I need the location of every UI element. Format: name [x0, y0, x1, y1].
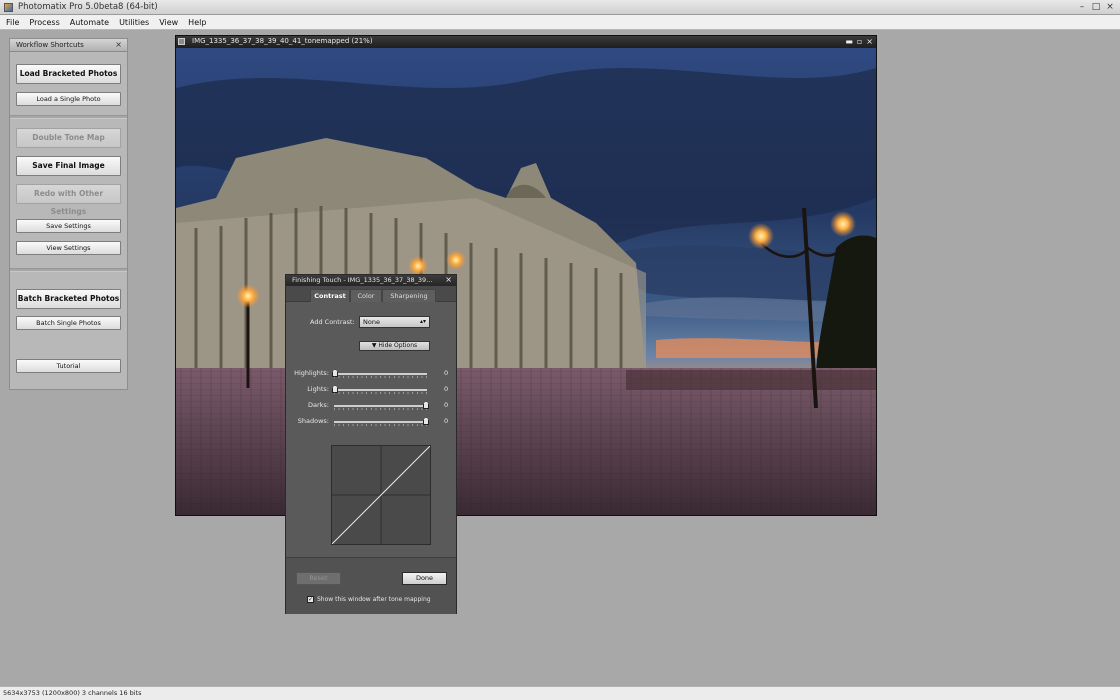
save-final-image-button[interactable]: Save Final Image — [16, 156, 121, 176]
finishing-touch-tabs: Contrast Color Sharpening — [286, 286, 456, 302]
batch-single-photos-button[interactable]: Batch Single Photos — [16, 316, 121, 330]
menu-automate[interactable]: Automate — [70, 18, 109, 27]
restore-icon[interactable]: ▫ — [857, 36, 862, 47]
maximize-icon[interactable]: □ — [1090, 1, 1102, 13]
minimize-icon[interactable]: – — [1076, 1, 1088, 13]
darks-label: Darks: — [307, 401, 329, 409]
highlights-slider-row: Highlights: 0 — [286, 368, 456, 380]
hide-options-label: Hide Options — [378, 342, 418, 349]
finishing-touch-dialog: Finishing Touch - IMG_1335_36_37_38_39..… — [285, 274, 457, 614]
spinner-arrows-icon: ▴▾ — [419, 318, 426, 325]
load-bracketed-photos-button[interactable]: Load Bracketed Photos — [16, 64, 121, 84]
finishing-touch-title: Finishing Touch - IMG_1335_36_37_38_39..… — [292, 276, 433, 284]
close-icon[interactable]: × — [1104, 1, 1116, 13]
triangle-down-icon: ▼ — [371, 342, 377, 349]
workflow-shortcuts-panel: Workflow Shortcuts × Load Bracketed Phot… — [9, 38, 128, 390]
status-bar: 5634x3753 (1200x800) 3 channels 16 bits — [0, 686, 1120, 700]
shadows-value: 0 — [444, 417, 449, 425]
batch-bracketed-photos-button[interactable]: Batch Bracketed Photos — [16, 289, 121, 309]
tab-color[interactable]: Color — [350, 289, 382, 302]
finishing-touch-footer: Reset Done ✓ Show this window after tone… — [286, 557, 456, 614]
shadows-track[interactable] — [334, 421, 427, 423]
lights-track[interactable] — [334, 389, 427, 391]
workflow-close-icon[interactable]: × — [115, 40, 122, 49]
darks-slider-row: Darks: 0 — [286, 400, 456, 412]
image-window-title: IMG_1335_36_37_38_39_40_41_tonemapped (2… — [192, 37, 373, 45]
slider-ticks — [334, 376, 427, 378]
app-titlebar: Photomatix Pro 5.0beta8 (64-bit) – □ × — [0, 0, 1120, 15]
image-window-controls: ▬ ▫ × — [845, 36, 873, 47]
slider-ticks — [334, 424, 427, 426]
lights-thumb[interactable] — [332, 385, 338, 393]
app-title: Photomatix Pro 5.0beta8 (64-bit) — [18, 2, 158, 12]
workflow-body: Load Bracketed Photos Load a Single Phot… — [10, 52, 127, 390]
tab-contrast[interactable]: Contrast — [310, 289, 350, 302]
palace-photo-image — [176, 48, 876, 515]
highlights-track[interactable] — [334, 373, 427, 375]
load-single-photo-button[interactable]: Load a Single Photo — [16, 92, 121, 106]
checkmark-icon: ✓ — [308, 596, 314, 603]
add-contrast-label: Add Contrast: — [310, 318, 355, 326]
darks-value: 0 — [444, 401, 449, 409]
status-text: 5634x3753 (1200x800) 3 channels 16 bits — [3, 689, 142, 697]
close-icon[interactable]: × — [445, 275, 452, 284]
workflow-divider — [10, 115, 127, 119]
highlights-label: Highlights: — [294, 369, 329, 377]
show-after-checkbox[interactable]: ✓ — [307, 596, 314, 603]
menu-process[interactable]: Process — [29, 18, 59, 27]
tonemapped-photo[interactable] — [176, 48, 876, 515]
shadows-thumb[interactable] — [423, 417, 429, 425]
slider-ticks — [334, 408, 427, 410]
workflow-title: Workflow Shortcuts — [16, 41, 84, 49]
tone-curve-graph[interactable] — [331, 445, 431, 545]
tab-sharpening[interactable]: Sharpening — [382, 289, 436, 302]
finishing-touch-titlebar[interactable]: Finishing Touch - IMG_1335_36_37_38_39..… — [286, 275, 456, 286]
window-controls: – □ × — [1076, 1, 1116, 13]
lights-slider-row: Lights: 0 — [286, 384, 456, 396]
close-icon[interactable]: × — [866, 36, 873, 47]
image-icon — [178, 38, 185, 45]
menu-help[interactable]: Help — [188, 18, 206, 27]
workflow-divider — [10, 268, 127, 272]
double-tone-map-button[interactable]: Double Tone Map — [16, 128, 121, 148]
highlights-value: 0 — [444, 369, 449, 377]
tutorial-button[interactable]: Tutorial — [16, 359, 121, 373]
app-icon — [4, 3, 13, 12]
done-button[interactable]: Done — [402, 572, 447, 585]
lights-value: 0 — [444, 385, 449, 393]
highlights-thumb[interactable] — [332, 369, 338, 377]
view-settings-button[interactable]: View Settings — [16, 241, 121, 255]
workflow-header: Workflow Shortcuts × — [10, 39, 127, 52]
menu-file[interactable]: File — [6, 18, 19, 27]
hide-options-button[interactable]: ▼ Hide Options — [359, 341, 430, 351]
menu-utilities[interactable]: Utilities — [119, 18, 149, 27]
add-contrast-value: None — [363, 318, 380, 326]
show-after-label: Show this window after tone mapping — [317, 596, 431, 603]
save-settings-button[interactable]: Save Settings — [16, 219, 121, 233]
reset-button[interactable]: Reset — [296, 572, 341, 585]
shadows-slider-row: Shadows: 0 — [286, 416, 456, 428]
menu-bar: File Process Automate Utilities View Hel… — [0, 15, 1120, 30]
image-window: IMG_1335_36_37_38_39_40_41_tonemapped (2… — [175, 35, 877, 516]
menu-view[interactable]: View — [159, 18, 178, 27]
redo-with-other-settings-button[interactable]: Redo with Other Settings — [16, 184, 121, 216]
lights-label: Lights: — [307, 385, 329, 393]
darks-track[interactable] — [334, 405, 427, 407]
slider-ticks — [334, 392, 427, 394]
image-window-titlebar[interactable]: IMG_1335_36_37_38_39_40_41_tonemapped (2… — [176, 36, 876, 48]
tone-curve-svg — [331, 445, 431, 545]
darks-thumb[interactable] — [423, 401, 429, 409]
minimize-icon[interactable]: ▬ — [845, 36, 853, 47]
add-contrast-select[interactable]: None ▴▾ — [359, 316, 430, 328]
shadows-label: Shadows: — [297, 417, 329, 425]
